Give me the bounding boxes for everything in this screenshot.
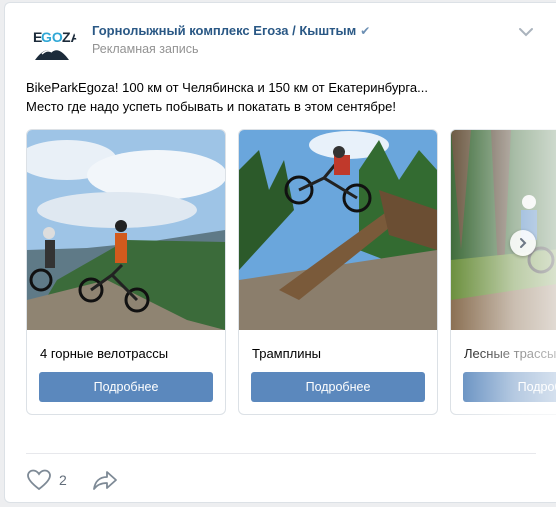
carousel: 4 горные велотрассы Подробнее Трамплины …: [26, 129, 556, 415]
svg-text:ZA: ZA: [62, 29, 77, 45]
carousel-card[interactable]: 4 горные велотрассы Подробнее: [26, 129, 226, 415]
card-title[interactable]: Трамплины: [252, 346, 321, 361]
details-button[interactable]: Подробнее: [463, 372, 556, 402]
post-text: BikeParkEgoza! 100 км от Челябинска и 15…: [26, 78, 546, 116]
ad-post: E GO ZA Горнолыжный комплекс Егоза / Кыш…: [4, 2, 556, 503]
card-photo[interactable]: [451, 130, 556, 330]
card-photo[interactable]: [27, 130, 225, 330]
heart-icon: [27, 469, 51, 491]
carousel-card[interactable]: Трамплины Подробнее: [238, 129, 438, 415]
details-button[interactable]: Подробнее: [39, 372, 213, 402]
details-button[interactable]: Подробнее: [251, 372, 425, 402]
post-header: E GO ZA Горнолыжный комплекс Егоза / Кыш…: [5, 3, 556, 73]
like-button[interactable]: 2: [27, 469, 67, 491]
chevron-down-icon[interactable]: [517, 25, 535, 39]
chevron-right-icon: [520, 238, 527, 248]
author-name[interactable]: Горнолыжный комплекс Егоза / Кыштым ✔: [92, 23, 370, 38]
community-avatar[interactable]: E GO ZA: [27, 20, 77, 70]
egoza-logo: E GO ZA: [33, 29, 77, 60]
card-photo[interactable]: [239, 130, 437, 330]
carousel-card[interactable]: Лесные трассы Подробнее: [450, 129, 556, 415]
svg-text:GO: GO: [41, 29, 63, 45]
post-text-line: BikeParkEgoza! 100 км от Челябинска и 15…: [26, 80, 428, 95]
post-text-line: Место где надо успеть побывать и покатат…: [26, 99, 396, 114]
share-icon: [93, 471, 117, 490]
card-title[interactable]: Лесные трассы: [464, 346, 556, 361]
share-button[interactable]: [92, 469, 118, 491]
carousel-next-button[interactable]: [510, 230, 536, 256]
like-count: 2: [59, 472, 67, 488]
ad-label: Рекламная запись: [92, 42, 199, 56]
check-icon: ✔: [360, 24, 371, 38]
divider: [26, 453, 536, 454]
author-name-text[interactable]: Горнолыжный комплекс Егоза / Кыштым: [92, 23, 356, 38]
card-title[interactable]: 4 горные велотрассы: [40, 346, 168, 361]
